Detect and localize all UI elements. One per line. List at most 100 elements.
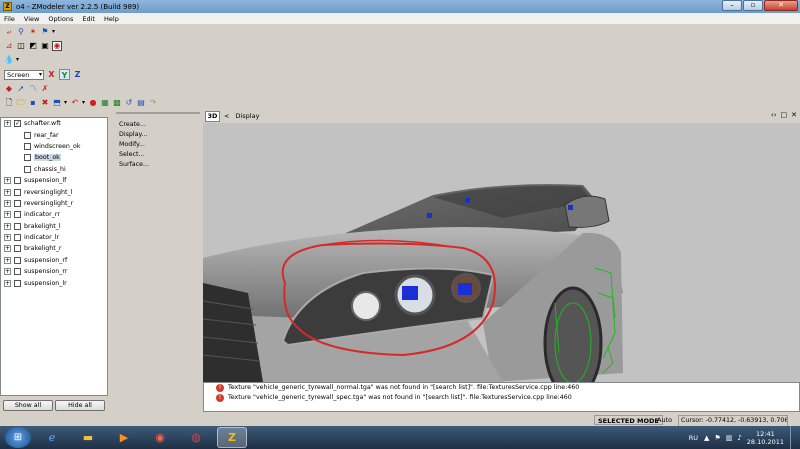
tree-item[interactable]: + brakelight_r xyxy=(1,243,107,254)
expand-icon[interactable]: + xyxy=(4,256,11,264)
restore-icon[interactable]: □ xyxy=(781,111,788,119)
eye-icon[interactable]: ◆ xyxy=(4,84,14,94)
tree-item[interactable]: + indicator_lr xyxy=(1,232,107,243)
edge-icon[interactable]: ◫ xyxy=(16,41,26,51)
arrow-icon[interactable]: ➚ xyxy=(16,84,26,94)
map-icon[interactable]: ◉ xyxy=(145,427,175,448)
expand-icon[interactable]: + xyxy=(4,199,11,207)
show-all-button[interactable]: Show all xyxy=(3,400,53,411)
expand-icon[interactable]: + xyxy=(4,268,11,276)
vertex-icon[interactable]: ⊿ xyxy=(4,41,14,51)
collapse-arrow-icon[interactable]: < xyxy=(224,112,229,120)
zmodeler-icon[interactable]: Z xyxy=(217,427,247,448)
create-command[interactable]: Create... xyxy=(116,120,200,130)
hide-all-button[interactable]: Hide all xyxy=(55,400,105,411)
visibility-checkbox[interactable] xyxy=(14,279,21,287)
clock[interactable]: 12:41 28.10.2011 xyxy=(747,430,784,446)
tree-item[interactable]: + suspension_lr xyxy=(1,277,107,288)
visibility-checkbox[interactable] xyxy=(14,188,21,196)
axis-z-toggle[interactable]: Z xyxy=(72,69,83,80)
close-button[interactable]: ✕ xyxy=(764,0,798,11)
tree-item[interactable]: + suspension_lf xyxy=(1,175,107,186)
show-desktop-button[interactable] xyxy=(790,426,800,449)
tree-item[interactable]: + suspension_rf xyxy=(1,255,107,266)
curve-icon[interactable]: 〽 xyxy=(28,84,38,94)
media-icon[interactable]: ▶ xyxy=(109,427,139,448)
tree-item[interactable]: + indicator_rr xyxy=(1,209,107,220)
visibility-checkbox[interactable] xyxy=(14,256,21,264)
import-icon[interactable]: ⬒ xyxy=(52,98,62,108)
flag-icon[interactable]: ⚑ xyxy=(714,434,720,442)
chevron-down-icon[interactable]: ▾ xyxy=(64,99,67,106)
delete-icon[interactable]: ✖ xyxy=(40,98,50,108)
menu-view[interactable]: View xyxy=(24,15,39,23)
refresh-icon[interactable]: ↺ xyxy=(124,98,134,108)
visibility-checkbox[interactable] xyxy=(24,154,31,162)
expand-icon[interactable]: + xyxy=(4,245,11,253)
tree-item[interactable]: windscreen_ok xyxy=(1,141,107,152)
open-icon[interactable]: 🗁 xyxy=(16,98,26,108)
tray-arrow-icon[interactable]: ▲ xyxy=(704,434,709,442)
tree-item[interactable]: + reversinglight_r xyxy=(1,198,107,209)
axis-x-toggle[interactable]: X xyxy=(46,69,57,80)
network-icon[interactable]: ▥ xyxy=(726,434,733,442)
expand-icon[interactable]: + xyxy=(4,222,11,230)
tool-icon[interactable]: ⚑ xyxy=(40,27,50,37)
tree-item[interactable]: + ✓ schafter.wft xyxy=(1,118,107,129)
undo-icon[interactable]: ↶ xyxy=(70,98,80,108)
menu-edit[interactable]: Edit xyxy=(82,15,95,23)
visibility-checkbox[interactable] xyxy=(14,245,21,253)
visibility-checkbox[interactable] xyxy=(24,165,31,173)
chevron-down-icon[interactable]: ▾ xyxy=(82,99,85,106)
close-viewport-icon[interactable]: ✕ xyxy=(791,111,797,119)
visibility-checkbox[interactable] xyxy=(14,222,21,230)
material-icon[interactable]: ▩ xyxy=(112,98,122,108)
object-icon[interactable]: ▣ xyxy=(40,41,50,51)
menu-file[interactable]: File xyxy=(4,15,15,23)
new-icon[interactable]: 🗋 xyxy=(4,98,14,108)
axis-y-toggle[interactable]: Y xyxy=(59,69,70,80)
document-icon[interactable]: ▤ xyxy=(136,98,146,108)
maximize-button[interactable]: ▫ xyxy=(743,0,763,11)
expand-icon[interactable]: + xyxy=(4,177,11,185)
expand-icon[interactable]: + xyxy=(4,188,11,196)
display-command[interactable]: Display... xyxy=(116,130,200,140)
language-indicator[interactable]: RU xyxy=(689,434,698,442)
arrows-icon[interactable]: ‹› xyxy=(771,111,777,119)
visibility-checkbox[interactable]: ✓ xyxy=(14,120,21,128)
menu-options[interactable]: Options xyxy=(48,15,73,23)
minimize-button[interactable]: – xyxy=(722,0,742,11)
chevron-down-icon[interactable]: ▾ xyxy=(52,28,55,35)
viewport-3d[interactable]: 3D < Display ‹› □ ✕ xyxy=(203,109,800,382)
visibility-checkbox[interactable] xyxy=(14,268,21,276)
tree-item[interactable]: + reversinglight_l xyxy=(1,186,107,197)
visibility-checkbox[interactable] xyxy=(14,234,21,242)
expand-icon[interactable]: + xyxy=(4,120,11,128)
ie-icon[interactable]: ℯ xyxy=(37,427,67,448)
face-icon[interactable]: ◩ xyxy=(28,41,38,51)
expand-icon[interactable]: + xyxy=(4,279,11,287)
render-icon[interactable]: ▦ xyxy=(100,98,110,108)
chrome-icon[interactable]: ◍ xyxy=(181,427,211,448)
expand-icon[interactable]: + xyxy=(4,234,11,242)
folder-icon[interactable]: ▬ xyxy=(73,427,103,448)
drop-icon[interactable]: 💧 xyxy=(4,55,14,65)
figure-icon[interactable]: ✶ xyxy=(28,27,38,37)
start-button[interactable]: ⊞ xyxy=(5,427,31,448)
redo-icon[interactable]: ↷ xyxy=(148,98,158,108)
tree-item[interactable]: + suspension_rr xyxy=(1,266,107,277)
cross-icon[interactable]: ✗ xyxy=(40,84,50,94)
tree-item[interactable]: chassis_hi xyxy=(1,164,107,175)
modify-command[interactable]: Modify... xyxy=(116,140,200,150)
select-icon[interactable]: ⤶ xyxy=(4,27,14,37)
group-icon[interactable]: ◉ xyxy=(52,40,62,51)
visibility-checkbox[interactable] xyxy=(14,177,21,185)
view-3d-button[interactable]: 3D xyxy=(205,110,220,122)
visibility-checkbox[interactable] xyxy=(14,211,21,219)
menu-help[interactable]: Help xyxy=(104,15,119,23)
visibility-checkbox[interactable] xyxy=(24,131,31,139)
save-icon[interactable]: ▪ xyxy=(28,98,38,108)
link-icon[interactable]: ⚲ xyxy=(16,27,26,37)
tree-item[interactable]: + brakelight_l xyxy=(1,221,107,232)
tree-item[interactable]: rear_far xyxy=(1,129,107,140)
